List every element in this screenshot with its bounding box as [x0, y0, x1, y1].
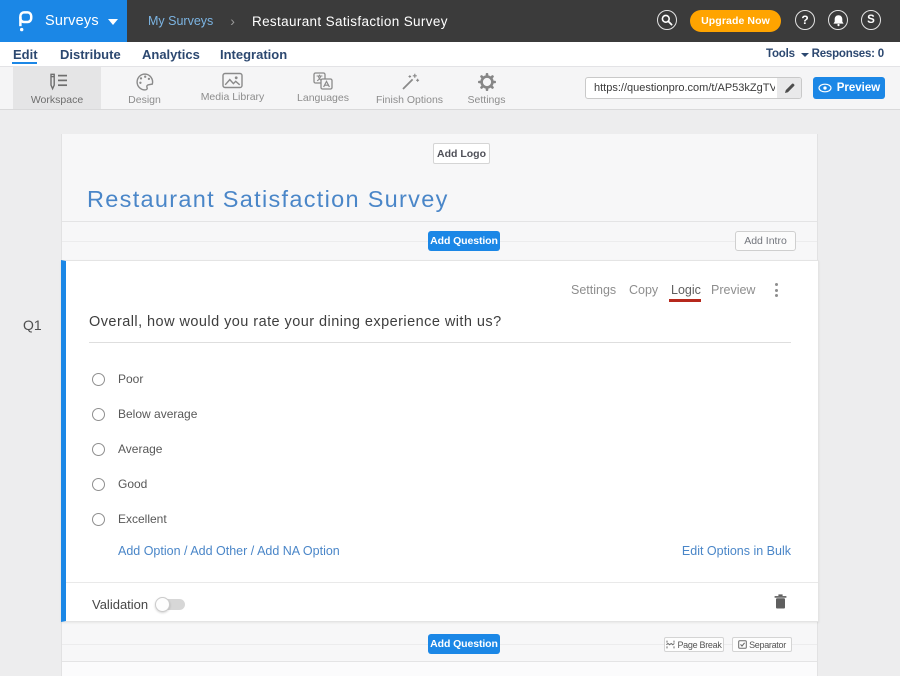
product-switcher[interactable]: Surveys — [0, 0, 127, 42]
add-option-link[interactable]: Add Option — [118, 544, 181, 558]
product-name: Surveys — [45, 13, 99, 29]
notifications-button[interactable] — [828, 10, 848, 30]
title-divider — [62, 221, 817, 222]
toolbar-design[interactable]: Design — [101, 67, 188, 109]
survey-title[interactable]: Restaurant Satisfaction Survey — [87, 186, 449, 213]
upgrade-now-button[interactable]: Upgrade Now — [690, 10, 781, 32]
tab-integration[interactable]: Integration — [220, 42, 287, 66]
add-na-option-link[interactable]: Add NA Option — [257, 544, 340, 558]
toolbar-languages[interactable]: Languages — [277, 67, 369, 109]
radio-button[interactable] — [92, 478, 105, 491]
tab-distribute[interactable]: Distribute — [60, 42, 121, 66]
tab-analytics[interactable]: Analytics — [142, 42, 200, 66]
settings-gear-icon — [477, 72, 497, 92]
option-label[interactable]: Average — [118, 442, 162, 456]
radio-button[interactable] — [92, 408, 105, 421]
search-icon — [661, 14, 673, 26]
chevron-down-icon — [801, 53, 809, 57]
radio-button[interactable] — [92, 443, 105, 456]
add-question-button-bottom[interactable]: Add Question — [428, 634, 500, 654]
option-add-links: Add Option / Add Other / Add NA Option — [118, 544, 340, 558]
breadcrumb: My Surveys › Restaurant Satisfaction Sur… — [148, 0, 448, 42]
survey-nav-tabs: Edit Distribute Analytics Integration To… — [0, 42, 900, 67]
delete-question-trash-icon[interactable] — [774, 594, 787, 609]
toolbar-settings[interactable]: Settings — [450, 67, 523, 109]
add-question-button-top[interactable]: Add Question — [428, 231, 500, 251]
question-text[interactable]: Overall, how would you rate your dining … — [89, 314, 502, 331]
radio-button[interactable] — [92, 513, 105, 526]
preview-button[interactable]: Preview — [813, 77, 885, 99]
logic-red-annotation-underline — [669, 299, 701, 303]
workspace-icon — [46, 72, 68, 92]
survey-url-text: https://questionpro.com/t/AP53kZgTV — [594, 78, 775, 98]
radio-button[interactable] — [92, 373, 105, 386]
tools-menu[interactable]: Tools — [766, 42, 809, 66]
questionpro-logo-icon — [19, 11, 33, 32]
survey-share-url-field[interactable]: https://questionpro.com/t/AP53kZgTV — [585, 77, 802, 99]
page-break-button[interactable]: Page Break — [664, 637, 724, 652]
chevron-down-icon — [108, 19, 118, 25]
finish-options-wand-icon — [400, 72, 420, 92]
design-palette-icon — [135, 72, 155, 92]
responses-count[interactable]: Responses: 0 — [812, 42, 884, 66]
validation-divider — [66, 582, 818, 583]
breadcrumb-separator: › — [230, 13, 235, 29]
help-button[interactable]: ? — [795, 10, 815, 30]
validation-label: Validation — [92, 597, 148, 612]
media-library-icon — [222, 72, 243, 89]
option-row-good: Good — [92, 476, 147, 492]
option-label[interactable]: Poor — [118, 372, 143, 386]
option-label[interactable]: Good — [118, 477, 147, 491]
edit-options-in-bulk-link[interactable]: Edit Options in Bulk — [682, 544, 791, 558]
question-preview-link[interactable]: Preview — [711, 283, 755, 297]
questionpro-survey-editor: Surveys My Surveys › Restaurant Satisfac… — [0, 0, 900, 676]
validation-toggle[interactable] — [156, 599, 185, 610]
add-logo-button[interactable]: Add Logo — [433, 143, 490, 164]
add-other-link[interactable]: Add Other — [190, 544, 247, 558]
eye-icon — [818, 83, 832, 93]
separator-icon — [738, 640, 747, 649]
separator-button[interactable]: Separator — [732, 637, 792, 652]
option-row-below-average: Below average — [92, 406, 197, 422]
editor-toolbar: Workspace Design Media Library — [0, 67, 900, 110]
add-intro-button[interactable]: Add Intro — [735, 231, 796, 251]
option-label[interactable]: Excellent — [118, 512, 167, 526]
question-card-q1: Settings Copy Logic Preview Overall, how… — [61, 260, 819, 622]
breadcrumb-current-survey: Restaurant Satisfaction Survey — [252, 14, 448, 29]
option-row-average: Average — [92, 441, 162, 457]
search-button[interactable] — [657, 10, 677, 30]
pencil-icon — [784, 83, 795, 94]
bell-icon — [832, 14, 845, 27]
option-label[interactable]: Below average — [118, 407, 197, 421]
languages-icon — [313, 72, 333, 90]
toggle-knob — [155, 597, 170, 612]
toolbar-media-library[interactable]: Media Library — [188, 67, 277, 109]
breadcrumb-my-surveys[interactable]: My Surveys — [148, 14, 213, 28]
question-settings-link[interactable]: Settings — [571, 283, 616, 297]
option-row-poor: Poor — [92, 371, 143, 387]
question-number: Q1 — [23, 317, 42, 333]
next-section-top — [62, 662, 817, 676]
active-tab-underline — [12, 62, 37, 64]
question-text-underline — [89, 342, 791, 343]
question-more-options-button[interactable] — [775, 283, 778, 297]
toolbar-finish-options[interactable]: Finish Options — [369, 67, 450, 109]
edit-url-button[interactable] — [777, 78, 801, 98]
question-copy-link[interactable]: Copy — [629, 283, 658, 297]
top-header: Surveys My Surveys › Restaurant Satisfac… — [0, 0, 900, 42]
option-row-excellent: Excellent — [92, 511, 167, 527]
survey-workspace: Add Logo Restaurant Satisfaction Survey … — [61, 134, 818, 676]
user-avatar[interactable]: S — [861, 10, 881, 30]
page-break-icon — [666, 640, 675, 649]
question-logic-link[interactable]: Logic — [671, 283, 701, 297]
toolbar-workspace[interactable]: Workspace — [13, 67, 101, 109]
